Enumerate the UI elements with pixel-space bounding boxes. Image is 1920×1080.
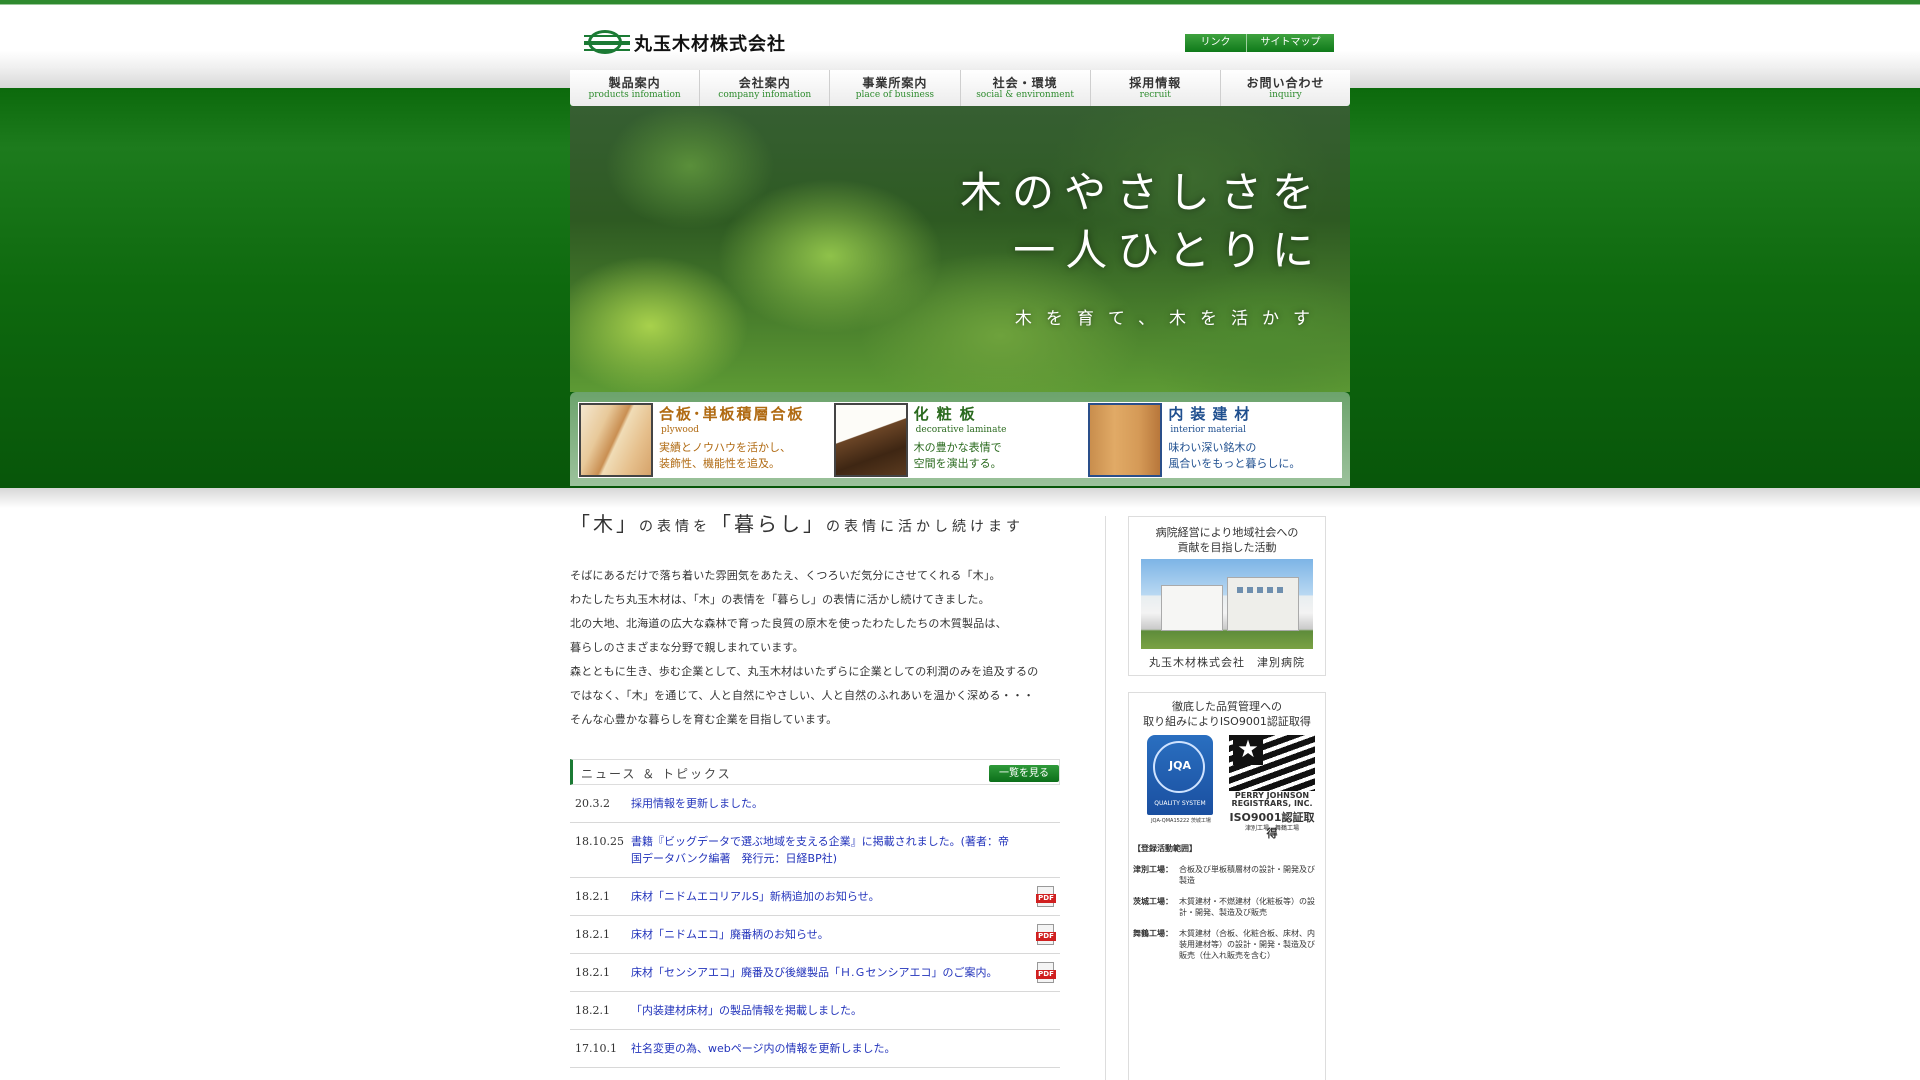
news-item: 17.10.1 社名変更の為、webページ内の情報を更新しました。 [570, 1030, 1060, 1068]
card-description: 木の豊かな表情で 空間を演出する。 [913, 441, 1002, 470]
product-card-laminate[interactable]: 化粧板 decorative laminate 木の豊かな表情で 空間を演出する。 [833, 402, 1088, 478]
nav-sublabel: recruit [1139, 89, 1171, 100]
iso-scope: 【登録活動範囲】 津別工場： 合板及び単板積層材の設計・開発及び製造 茨城工場：木… [1129, 843, 1325, 961]
logo-mark-icon [584, 29, 630, 57]
intro-text: そばにあるだけで落ち着いた雰囲気をあたえ、くつろいだ気分にさせてくれる「木」。 … [570, 569, 1039, 726]
hero-title-line1: 木のやさしさを [959, 168, 1324, 217]
news-link[interactable]: 床材「センシアエコ」廃番及び後継製品「Ｈ.Ｇセンシアエコ」のご案内。 [631, 964, 1011, 981]
sidebar-divider [1105, 516, 1106, 1080]
news-more-button[interactable]: 一覧を見る [989, 765, 1059, 782]
nav-label: 事業所案内 [862, 75, 928, 90]
product-card-plywood[interactable]: 合板･単板積層合板 plywood 実績とノウハウを活かし、 装飾性、機能性を追及… [578, 402, 833, 478]
jqa-caption: JQA-QMA15222 茨城工場 [1151, 818, 1211, 824]
hero-forest-image: 木のやさしさを 一人ひとりに 木を育て、木を活かす [570, 106, 1350, 392]
nav-inquiry[interactable]: お問い合わせ inquiry [1221, 70, 1350, 106]
card-title: 内装建材 [1168, 405, 1257, 423]
link-button[interactable]: リンク [1185, 34, 1247, 52]
news-item: 18.2.1 床材「ニドムエコリアルS」新柄追加のお知らせ。 PDF [570, 878, 1060, 916]
hero-subtitle: 木を育て、木を活かす [1014, 309, 1324, 329]
product-card-interior[interactable]: 内装建材 interior material 味わい深い銘木の 風合いをもっと暮ら… [1087, 402, 1342, 478]
news-header: ニュース ＆ トピックス 一覧を見る [570, 759, 1060, 785]
laminate-image [833, 403, 908, 477]
nav-business[interactable]: 事業所案内 place of business [830, 70, 961, 106]
certification-logos: JQA QUALITY SYSTEM JQA-QMA15222 茨城工場 ★ P… [1129, 735, 1325, 845]
news-date: 20.3.2 [575, 797, 610, 810]
nav-sublabel: place of business [855, 89, 935, 100]
product-cards: 合板･単板積層合板 plywood 実績とノウハウを活かし、 装飾性、機能性を追及… [570, 392, 1350, 486]
interior-image [1088, 403, 1163, 477]
nav-sublabel: social & environment [976, 89, 1074, 100]
nav-products[interactable]: 製品案内 products infomation [570, 70, 701, 106]
hero-title: 木のやさしさを 一人ひとりに [960, 164, 1324, 280]
iso-scope-entry: 津別工場： 合板及び単板積層材の設計・開発及び製造 [1133, 865, 1315, 885]
iso-scope-entry: 舞鶴工場： 木質建材（合板、化粧合板、床材、内装用建材等）の設計・開発・製造及び販… [1133, 929, 1315, 960]
iso-banner[interactable]: 徹底した品質管理への 取り組みによりISO9001認証取得 JQA QUALIT… [1128, 692, 1326, 1080]
nav-label: 社会・環境 [992, 75, 1058, 90]
news-date: 18.2.1 [575, 890, 610, 903]
nav-sublabel: inquiry [1269, 89, 1302, 100]
iso-plants: 津別工場、舞鶴工場 [1244, 825, 1299, 832]
card-description: 味わい深い銘木の 風合いをもっと暮らしに。 [1168, 441, 1301, 470]
nav-sublabel: products infomation [588, 89, 681, 100]
hospital-caption: 丸玉木材株式会社 津別病院 [1149, 656, 1305, 669]
sitemap-button[interactable]: サイトマップ [1247, 34, 1334, 52]
news-date: 17.10.1 [575, 1042, 617, 1055]
pdf-icon[interactable]: PDF [1036, 886, 1056, 908]
pdf-icon[interactable]: PDF [1036, 962, 1056, 984]
iso-banner-title: 徹底した品質管理への 取り組みによりISO9001認証取得 [1143, 700, 1311, 728]
main-content: 「木」の表情を「暮らし」の表情に活かし続けます そばにあるだけで落ち着いた雰囲気… [570, 510, 1080, 1068]
news-link[interactable]: 採用情報を更新しました。 [631, 795, 1011, 812]
card-title: 合板･単板積層合板 [659, 405, 805, 423]
news-item: 20.3.2 採用情報を更新しました。 [570, 785, 1060, 823]
nav-label: 製品案内 [608, 75, 661, 90]
pdf-icon[interactable]: PDF [1036, 924, 1056, 946]
nav-sublabel: company infomation [718, 89, 812, 100]
news-link[interactable]: 書籍『ビッグデータで選ぶ地域を支える企業』に掲載されました。(著者：帝国データバ… [631, 833, 1011, 867]
iso-scope-entry: 茨城工場： 木質建材・不燃建材（化粧板等）の設計・開発、製造及び販売 [1133, 897, 1315, 917]
utility-links: リンク サイトマップ [1185, 34, 1334, 52]
news-link[interactable]: 床材「ニドムエコリアルS」新柄追加のお知らせ。 [631, 888, 1011, 905]
nav-company[interactable]: 会社案内 company infomation [700, 70, 831, 106]
plywood-image [579, 403, 653, 477]
main-heading: 「木」の表情を「暮らし」の表情に活かし続けます [570, 512, 1024, 536]
news-date: 18.10.25 [575, 835, 624, 848]
company-name: 丸玉木材株式会社 [634, 34, 786, 55]
hospital-banner[interactable]: 病院経営により地域社会への 貢献を目指した活動 丸玉木材株式会社 津別病院 [1128, 516, 1326, 676]
nav-social[interactable]: 社会・環境 social & environment [961, 70, 1091, 106]
company-logo[interactable]: 丸玉木材株式会社 [584, 29, 786, 57]
card-subtitle: interior material [1170, 425, 1246, 435]
news-item: 18.2.1 「内装建材床材」の製品情報を掲載しました。 [570, 992, 1060, 1030]
card-subtitle: decorative laminate [915, 425, 1007, 435]
card-title: 化粧板 [913, 405, 983, 423]
news-date: 18.2.1 [575, 1004, 610, 1017]
hospital-photo [1141, 559, 1313, 649]
nav-label: お問い合わせ [1246, 75, 1325, 90]
nav-recruit[interactable]: 採用情報 recruit [1091, 70, 1221, 106]
perry-johnson-logo: ★ PERRY JOHNSON REGISTRARS, INC. [1229, 735, 1315, 808]
news-date: 18.2.1 [575, 928, 610, 941]
news-item: 18.2.1 床材「ニドムエコ」廃番柄のお知らせ。 PDF [570, 916, 1060, 954]
news-title: ニュース ＆ トピックス [581, 767, 732, 781]
news-link[interactable]: 社名変更の為、webページ内の情報を更新しました。 [631, 1040, 1011, 1057]
page-container: 丸玉木材株式会社 リンク サイトマップ 製品案内 products infoma… [570, 0, 1350, 1080]
news-link[interactable]: 「内装建材床材」の製品情報を掲載しました。 [631, 1002, 1011, 1019]
nav-label: 採用情報 [1129, 75, 1182, 90]
card-description: 実績とノウハウを活かし、 装飾性、機能性を追及。 [659, 441, 791, 470]
global-nav: 製品案内 products infomation 会社案内 company in… [570, 70, 1350, 106]
nav-label: 会社案内 [738, 75, 791, 90]
jqa-logo: JQA QUALITY SYSTEM [1147, 735, 1213, 815]
news-link[interactable]: 床材「ニドムエコ」廃番柄のお知らせ。 [631, 926, 1011, 943]
news-date: 18.2.1 [575, 966, 610, 979]
hospital-banner-title: 病院経営により地域社会への 貢献を目指した活動 [1155, 526, 1299, 554]
news-item: 18.10.25 書籍『ビッグデータで選ぶ地域を支える企業』に掲載されました。(… [570, 823, 1060, 878]
news-item: 18.2.1 床材「センシアエコ」廃番及び後継製品「Ｈ.Ｇセンシアエコ」のご案内… [570, 954, 1060, 992]
card-subtitle: plywood [661, 425, 700, 435]
news-list: 20.3.2 採用情報を更新しました。 18.10.25 書籍『ビッグデータで選… [570, 785, 1060, 1068]
hero-title-line2: 一人ひとりに [1013, 226, 1324, 275]
